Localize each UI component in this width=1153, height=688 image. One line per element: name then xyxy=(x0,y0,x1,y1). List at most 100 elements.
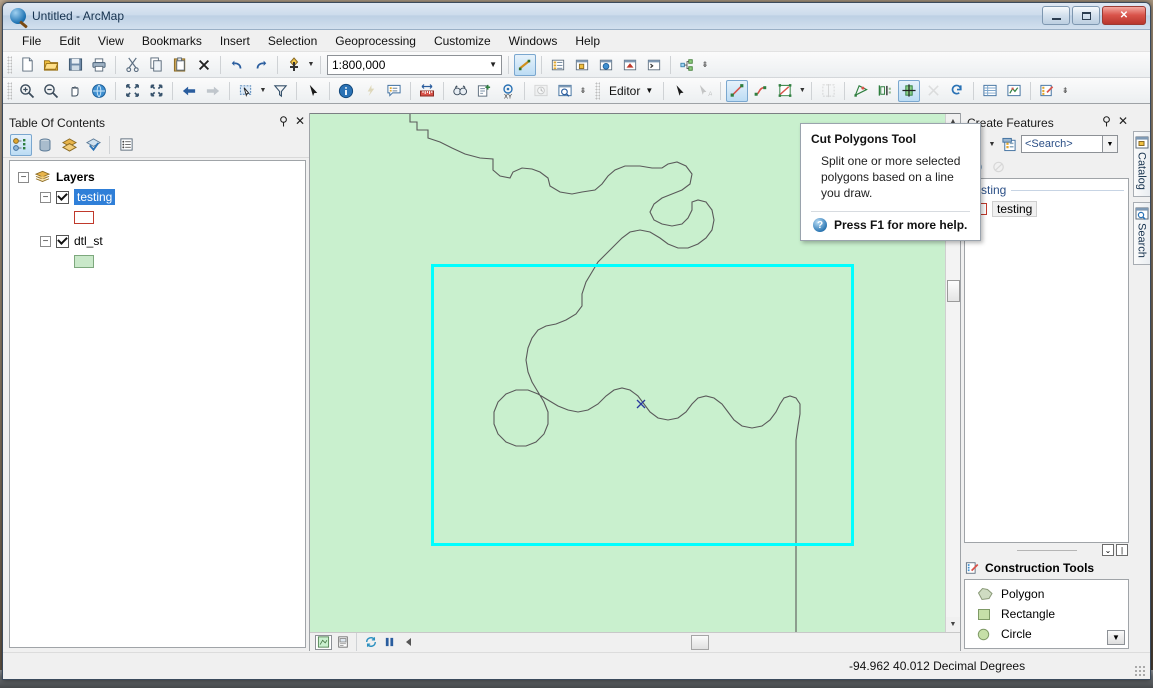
editor-menu-button[interactable]: Editor ▼ xyxy=(603,80,659,102)
layer-collapse-toggle[interactable]: − xyxy=(40,235,51,247)
chevron-down-icon[interactable]: ▼ xyxy=(489,60,497,69)
scroll-down-arrow-icon[interactable]: ▼ xyxy=(946,617,960,632)
panel-splitter[interactable]: ⌄ | xyxy=(961,543,1132,557)
scrollbar-thumb[interactable] xyxy=(947,280,960,302)
create-new-template-icon[interactable] xyxy=(998,133,1020,155)
chevron-down-icon[interactable]: ▼ xyxy=(645,86,653,95)
scroll-left-icon[interactable] xyxy=(400,635,417,650)
toc-layer-tree[interactable]: − Layers − testing − dtl_st xyxy=(9,160,306,648)
menu-edit[interactable]: Edit xyxy=(50,32,89,50)
python-window-icon[interactable] xyxy=(643,54,665,76)
select-features-icon[interactable] xyxy=(235,80,257,102)
go-back-extent-icon[interactable] xyxy=(178,80,200,102)
tools-overflow-icon[interactable]: ⇟ xyxy=(577,80,589,102)
toolbar-overflow-icon[interactable]: ⇟ xyxy=(699,54,711,76)
expand-icon[interactable]: | xyxy=(1116,544,1128,556)
toolbar-grip[interactable] xyxy=(7,55,12,74)
hyperlink-icon[interactable] xyxy=(359,80,381,102)
template-label[interactable]: testing xyxy=(992,201,1038,217)
menu-file[interactable]: File xyxy=(13,32,50,50)
add-data-icon[interactable] xyxy=(283,54,305,76)
table-of-contents-icon[interactable] xyxy=(547,54,569,76)
rotate-icon[interactable] xyxy=(946,80,968,102)
trace-icon[interactable] xyxy=(750,80,772,102)
create-viewer-window-icon[interactable] xyxy=(554,80,576,102)
copy-icon[interactable] xyxy=(145,54,167,76)
go-next-extent-icon[interactable] xyxy=(202,80,224,102)
cut-polygons-tool-icon[interactable] xyxy=(774,80,796,102)
feature-templates-list[interactable]: testing testing xyxy=(964,178,1129,543)
feature-template-item[interactable]: testing xyxy=(965,199,1128,219)
toc-layer-label[interactable]: dtl_st xyxy=(74,234,103,248)
maximize-button[interactable] xyxy=(1072,6,1100,25)
pin-icon[interactable]: ⚲ xyxy=(279,114,288,128)
save-icon[interactable] xyxy=(64,54,86,76)
layer-visibility-checkbox[interactable] xyxy=(56,234,69,248)
catalog-icon[interactable] xyxy=(571,54,593,76)
toc-layer-label[interactable]: testing xyxy=(74,189,116,205)
collapse-toggle[interactable]: − xyxy=(18,171,29,183)
toc-root-layers[interactable]: − Layers xyxy=(14,167,301,187)
fixed-zoom-out-icon[interactable] xyxy=(145,80,167,102)
map-horizontal-scrollbar[interactable] xyxy=(422,634,960,650)
find-icon[interactable] xyxy=(449,80,471,102)
side-tab-search[interactable]: Search xyxy=(1132,201,1150,265)
pause-drawing-icon[interactable] xyxy=(381,635,398,650)
construction-tool-polygon[interactable]: Polygon xyxy=(965,584,1128,604)
undo-icon[interactable] xyxy=(226,54,248,76)
attributes-icon[interactable] xyxy=(979,80,1001,102)
map-scale-combobox[interactable]: 1:800,000 ▼ xyxy=(327,54,502,75)
construction-tool-circle[interactable]: Circle xyxy=(965,624,1128,644)
menu-insert[interactable]: Insert xyxy=(211,32,259,50)
toc-layer-symbol-testing[interactable] xyxy=(14,207,301,227)
zoom-in-icon[interactable] xyxy=(16,80,38,102)
menu-bookmarks[interactable]: Bookmarks xyxy=(133,32,211,50)
tools-toolbar-grip[interactable] xyxy=(7,81,12,100)
close-icon[interactable]: ✕ xyxy=(1118,114,1128,128)
find-route-icon[interactable] xyxy=(473,80,495,102)
data-view-icon[interactable] xyxy=(315,634,332,650)
html-popup-icon[interactable] xyxy=(383,80,405,102)
pan-icon[interactable] xyxy=(64,80,86,102)
print-icon[interactable] xyxy=(88,54,110,76)
templates-dropdown-icon[interactable]: ▼ xyxy=(987,133,997,155)
layout-view-icon[interactable] xyxy=(334,635,351,650)
select-elements-icon[interactable] xyxy=(302,80,324,102)
editor-toolbar-grip[interactable] xyxy=(595,81,600,100)
list-by-selection-icon[interactable] xyxy=(82,134,104,156)
time-slider-icon[interactable] xyxy=(530,80,552,102)
chevron-down-icon[interactable]: ▼ xyxy=(1107,630,1125,645)
template-search-input[interactable]: <Search> xyxy=(1021,135,1103,153)
construction-cross-icon[interactable] xyxy=(922,80,944,102)
collapse-chevrons-icon[interactable]: ⌄ xyxy=(1102,544,1114,556)
menu-view[interactable]: View xyxy=(89,32,133,50)
full-extent-icon[interactable] xyxy=(88,80,110,102)
menu-help[interactable]: Help xyxy=(566,32,609,50)
paste-icon[interactable] xyxy=(169,54,191,76)
symbol-swatch[interactable] xyxy=(74,254,94,268)
close-icon[interactable]: ✕ xyxy=(295,114,305,128)
menu-customize[interactable]: Customize xyxy=(425,32,500,50)
cut-icon[interactable] xyxy=(121,54,143,76)
fixed-zoom-in-icon[interactable] xyxy=(121,80,143,102)
redo-icon[interactable] xyxy=(250,54,272,76)
menu-geoprocessing[interactable]: Geoprocessing xyxy=(326,32,425,50)
toc-layer-dtl-st[interactable]: − dtl_st xyxy=(14,231,301,251)
symbol-swatch[interactable] xyxy=(74,210,94,224)
options-icon[interactable] xyxy=(115,134,137,156)
mirror-features-icon[interactable] xyxy=(874,80,896,102)
edit-tool-icon[interactable] xyxy=(669,80,691,102)
refresh-icon[interactable] xyxy=(362,635,379,650)
clear-selection-icon[interactable] xyxy=(269,80,291,102)
minimize-button[interactable] xyxy=(1042,6,1070,25)
editor-toolbar-icon[interactable] xyxy=(514,53,536,76)
split-tool-icon[interactable] xyxy=(817,80,839,102)
new-document-icon[interactable] xyxy=(16,54,38,76)
pin-icon[interactable]: ⚲ xyxy=(1102,114,1111,128)
model-builder-icon[interactable] xyxy=(619,54,641,76)
open-icon[interactable] xyxy=(40,54,62,76)
cut-polygons-active-icon[interactable] xyxy=(898,79,921,102)
add-data-dropdown-icon[interactable]: ▼ xyxy=(306,54,316,76)
reshape-feature-icon[interactable] xyxy=(850,80,872,102)
geoprocessing-results-icon[interactable] xyxy=(676,54,698,76)
